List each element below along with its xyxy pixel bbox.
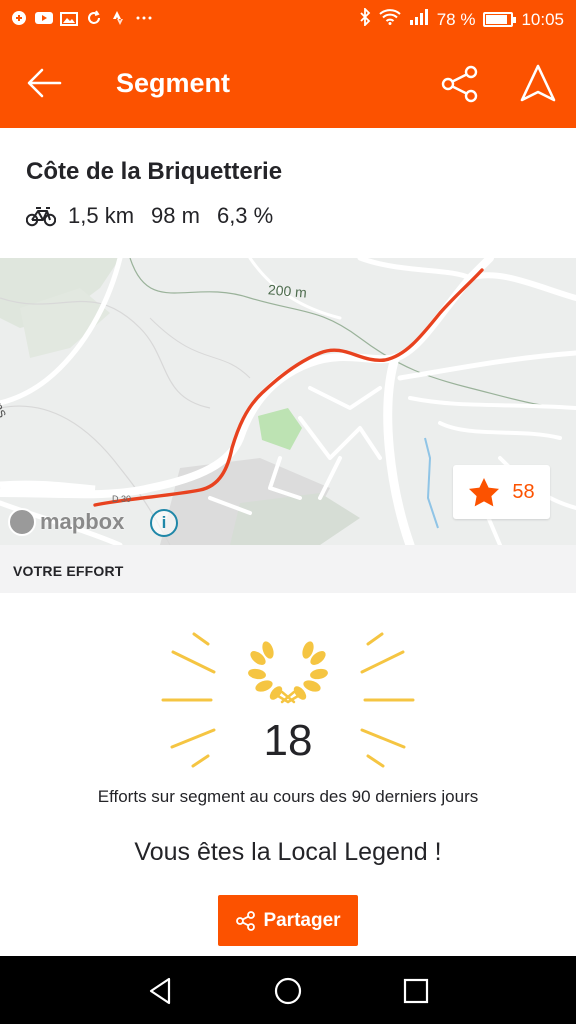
segment-map[interactable]: 200 m balens D 30 mapbox i 58: [0, 258, 576, 545]
star-segment-button[interactable]: 58: [453, 465, 550, 519]
signal-icon: [409, 9, 429, 30]
map-info-button[interactable]: i: [150, 509, 178, 537]
sync-icon: [85, 9, 103, 27]
bike-icon: [26, 207, 56, 227]
youtube-icon: [35, 9, 53, 27]
info-icon: i: [161, 513, 167, 532]
share-button[interactable]: [436, 62, 484, 106]
section-label: VOTRE EFFORT: [13, 563, 124, 579]
segment-stats: 1,5 km 98 m 6,3 %: [26, 203, 290, 229]
app-bar: Segment: [0, 38, 576, 128]
more-icon: [135, 9, 153, 27]
mapbox-attribution: mapbox: [40, 509, 125, 534]
status-left-icons: [10, 9, 153, 27]
system-nav-bar: [0, 956, 576, 1024]
effort-description: Efforts sur segment au cours des 90 dern…: [97, 787, 479, 806]
share-button-label: Partager: [263, 909, 341, 931]
clock: 10:05: [521, 9, 564, 29]
notification-icon: [10, 9, 28, 27]
status-right: 78 % 10:05: [359, 6, 564, 31]
battery-fill: [486, 15, 507, 24]
battery-icon: [483, 12, 517, 27]
segment-grade: 6,3 %: [216, 203, 274, 228]
arrow-left-icon: [27, 68, 62, 98]
strava-icon: [110, 9, 128, 27]
share-icon: [236, 910, 256, 931]
back-button[interactable]: [20, 61, 68, 105]
wifi-icon: [379, 9, 401, 30]
effort-count: 18: [263, 716, 313, 765]
back-triangle-icon[interactable]: [145, 976, 175, 1006]
segment-elevation: 98 m: [151, 203, 200, 228]
local-legend-message: Vous êtes la Local Legend !: [134, 838, 442, 866]
share-icon: [441, 65, 478, 103]
star-count: 58: [512, 480, 535, 503]
mapbox-logo-icon: [8, 508, 36, 536]
gallery-icon: [60, 9, 78, 27]
star-icon: [469, 478, 500, 507]
share-legend-button[interactable]: Partager: [218, 895, 358, 946]
laurel-wreath-icon: [248, 641, 328, 704]
segment-distance: 1,5 km: [68, 203, 135, 228]
page-title: Segment: [116, 68, 231, 98]
bluetooth-icon: [359, 6, 371, 31]
segment-name: Côte de la Briquetterie: [26, 158, 283, 185]
navigate-button[interactable]: [514, 62, 562, 106]
battery-percent: 78 %: [436, 9, 476, 29]
status-bar: 78 % 10:05: [0, 0, 576, 38]
contour-label: 200 m: [267, 281, 308, 301]
mapbox-logo[interactable]: mapbox: [8, 508, 124, 536]
home-circle-icon[interactable]: [273, 976, 303, 1006]
navigation-icon: [520, 64, 556, 102]
effort-section-header: VOTRE EFFORT: [0, 545, 576, 593]
road-label: D 30: [112, 494, 132, 504]
recents-square-icon[interactable]: [401, 976, 431, 1006]
